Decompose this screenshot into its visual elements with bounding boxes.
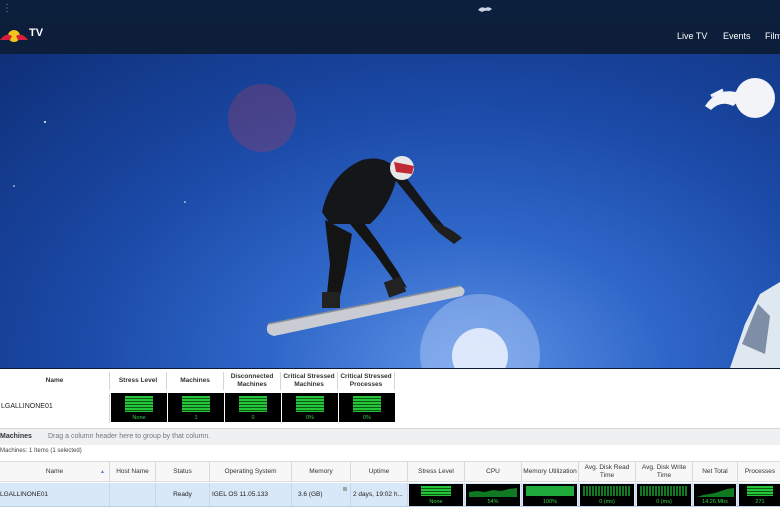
- row-disk-read: 0 (ms): [599, 498, 615, 505]
- nav-live-tv[interactable]: Live TV: [677, 31, 707, 41]
- nav-film[interactable]: Film: [765, 31, 780, 41]
- col-name[interactable]: Name ▲: [0, 462, 110, 481]
- col-cpu[interactable]: CPU: [465, 462, 522, 481]
- row-disk-read-cell: 0 (ms): [579, 483, 636, 506]
- col-processes[interactable]: Processes: [738, 462, 780, 481]
- summary-header: Name Stress Level Machines Disconnected …: [0, 372, 395, 390]
- cpu-meter: 54%: [466, 483, 520, 506]
- row-host: [110, 483, 156, 506]
- disconnected-value: 0: [251, 415, 255, 421]
- summary-col-disconnected[interactable]: Disconnected Machines: [224, 372, 281, 390]
- summary-col-stress[interactable]: Stress Level: [110, 372, 167, 390]
- summary-col-machines[interactable]: Machines: [167, 372, 224, 390]
- row-stress-cell: None: [408, 483, 465, 506]
- col-disk-read[interactable]: Avg. Disk Read Time: [579, 462, 636, 481]
- col-uptime[interactable]: Uptime: [351, 462, 408, 481]
- col-name-label: Name: [45, 467, 64, 475]
- col-status[interactable]: Status: [156, 462, 210, 481]
- machines-gauge: 1: [168, 393, 224, 422]
- row-uptime: 2 days, 19:02 h...: [351, 483, 408, 506]
- summary-name: LGALLINONE01: [0, 393, 110, 423]
- row-processes: 271: [755, 498, 765, 505]
- crit-machines-value: 0%: [306, 415, 314, 421]
- nav-events[interactable]: Events: [723, 31, 751, 41]
- row-mem-util: 100%: [542, 498, 558, 505]
- col-net-total[interactable]: Net Total: [693, 462, 738, 481]
- row-net-total: 14.26 Mbs: [702, 498, 728, 505]
- row-mem-util-cell: 100%: [522, 483, 579, 506]
- snowboarder-video-frame: [13, 78, 780, 368]
- row-net-cell: 14.26 Mbs: [693, 483, 738, 506]
- col-os[interactable]: Operating System: [210, 462, 292, 481]
- mem-util-meter: 100%: [523, 483, 577, 506]
- summary-row[interactable]: LGALLINONE01 None 1 0 0% 0%: [0, 393, 395, 423]
- logo-text: TV: [29, 27, 44, 39]
- row-stress: None: [429, 498, 443, 505]
- row-disk-write-cell: 0 (ms): [636, 483, 693, 506]
- site-navbar: TV Live TV Events Film: [0, 18, 780, 54]
- row-processes-cell: 271: [738, 483, 780, 506]
- disconnected-gauge: 0: [225, 393, 281, 422]
- disk-read-meter: 0 (ms): [580, 483, 634, 506]
- summary-col-crit-processes[interactable]: Critical Stressed Processes: [338, 372, 395, 390]
- machines-grid-header: Name ▲ Host Name Status Operating System …: [0, 461, 780, 482]
- sort-asc-icon: ▲: [100, 469, 105, 475]
- row-os: IGEL OS 11.05.133: [210, 483, 292, 506]
- redbull-bull-icon[interactable]: [476, 3, 494, 15]
- stress-meter: None: [409, 483, 463, 506]
- group-panel[interactable]: Machines Drag a column header here to gr…: [0, 428, 780, 445]
- group-title: Machines: [0, 433, 32, 440]
- monitoring-dashboard: Name Stress Level Machines Disconnected …: [0, 369, 780, 516]
- row-status: Ready: [156, 483, 210, 506]
- machines-value: 1: [194, 415, 198, 421]
- processes-meter: 271: [739, 483, 780, 506]
- row-cpu-cell: 54%: [465, 483, 522, 506]
- crit-processes-value: 0%: [363, 415, 371, 421]
- col-mem-util[interactable]: Memory Utilization: [522, 462, 579, 481]
- crit-machines-gauge: 0%: [282, 393, 338, 422]
- row-cpu: 54%: [487, 498, 499, 505]
- summary-col-crit-machines[interactable]: Critical Stressed Machines: [281, 372, 338, 390]
- item-count: Machines: 1 Items (1 selected): [0, 448, 82, 454]
- col-memory[interactable]: Memory: [292, 462, 351, 481]
- row-name: LGALLINONE01: [0, 483, 110, 506]
- group-hint: Drag a column header here to group by th…: [48, 433, 211, 440]
- table-row[interactable]: LGALLINONE01 Ready IGEL OS 11.05.133 3.6…: [0, 483, 780, 507]
- stress-value: None: [132, 415, 146, 421]
- disk-write-meter: 0 (ms): [637, 483, 691, 506]
- row-disk-write: 0 (ms): [656, 498, 672, 505]
- stress-gauge: None: [111, 393, 167, 422]
- row-memory: 3.6 (GB): [292, 483, 351, 506]
- net-meter: 14.26 Mbs: [694, 483, 736, 506]
- summary-col-name[interactable]: Name: [0, 372, 110, 390]
- col-host-name[interactable]: Host Name: [110, 462, 156, 481]
- crit-processes-gauge: 0%: [339, 393, 395, 422]
- col-disk-write[interactable]: Avg. Disk Write Time: [636, 462, 693, 481]
- col-stress[interactable]: Stress Level: [408, 462, 465, 481]
- browser-titlebar: ⋮: [0, 0, 780, 18]
- video-player[interactable]: [0, 54, 780, 368]
- row-memory-value: 3.6 (GB): [298, 491, 323, 498]
- expand-icon[interactable]: [343, 487, 347, 491]
- menu-dots-icon[interactable]: ⋮: [2, 3, 12, 14]
